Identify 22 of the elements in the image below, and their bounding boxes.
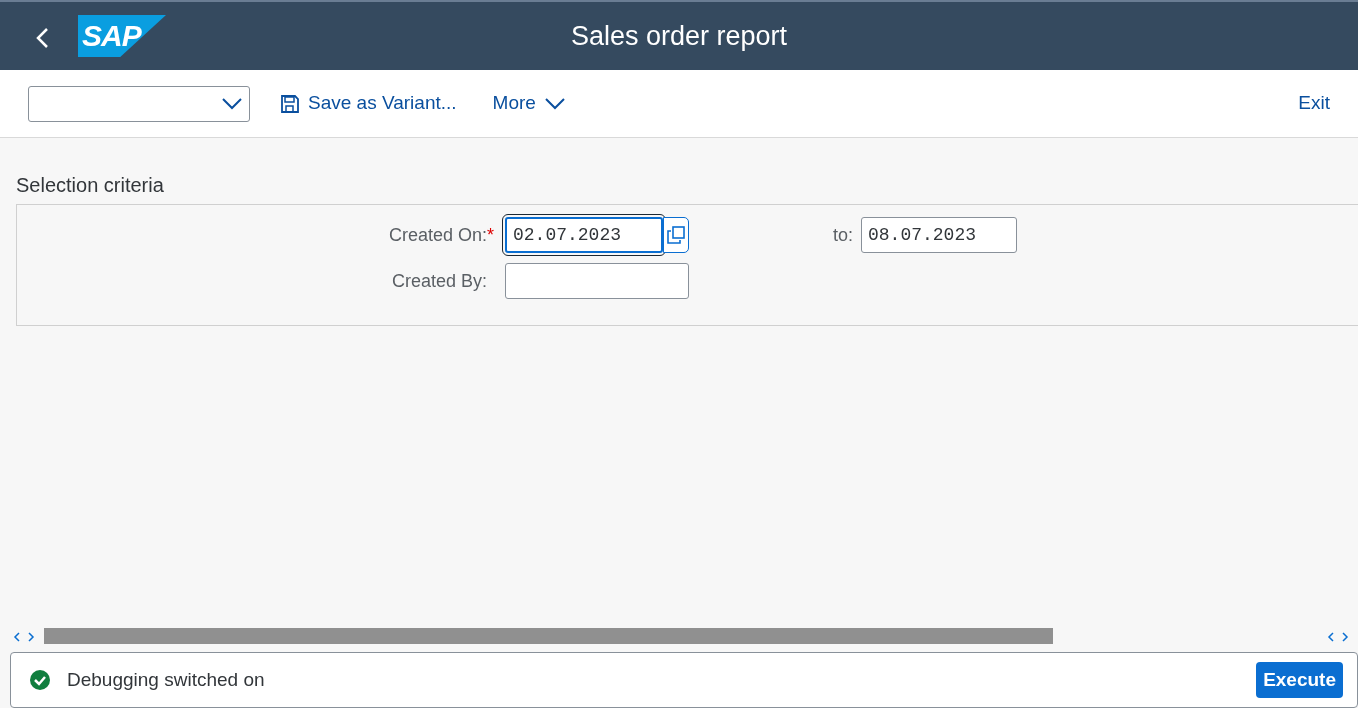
section-title: Selection criteria bbox=[16, 173, 165, 198]
variant-select[interactable] bbox=[28, 85, 250, 122]
save-icon bbox=[280, 93, 300, 114]
input-field[interactable]: 02.07.2023 bbox=[505, 217, 663, 253]
status-message: Debugging switched on bbox=[67, 667, 265, 692]
copy-icon bbox=[667, 226, 685, 244]
caret-icon bbox=[221, 96, 243, 111]
execute-button[interactable]: Execute bbox=[1256, 662, 1343, 698]
field-label: Created By: bbox=[390, 269, 487, 293]
logo: SAP bbox=[78, 15, 166, 57]
more-button[interactable]: More bbox=[486, 89, 572, 118]
caret-icon bbox=[543, 96, 566, 111]
save-variant-button[interactable]: Save as Variant... bbox=[274, 89, 463, 118]
field-label: to: bbox=[832, 223, 853, 247]
value-help-button[interactable] bbox=[663, 217, 689, 253]
input-field[interactable] bbox=[505, 263, 689, 299]
required-marker: * bbox=[487, 223, 495, 247]
scrollbar-thumb[interactable] bbox=[44, 628, 1053, 644]
field-label: Created On: bbox=[387, 223, 487, 247]
input-field[interactable]: 08.07.2023 bbox=[861, 217, 1017, 253]
page-title: Sales order report bbox=[570, 20, 788, 53]
exit-button[interactable]: Exit bbox=[1298, 89, 1330, 118]
